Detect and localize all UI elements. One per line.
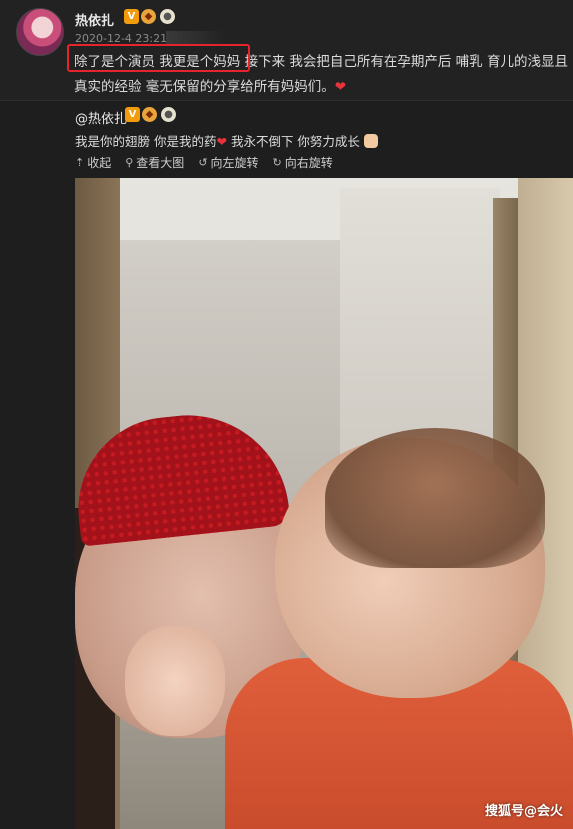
rotate-right-button[interactable]: ↻ 向右旋转 <box>273 154 333 171</box>
photo-baby-hair <box>325 428 545 568</box>
rotate-right-icon: ↻ <box>272 156 282 169</box>
collapse-icon: ⇡ <box>75 156 85 169</box>
verified-badge-icon: V <box>125 107 140 122</box>
heart-icon: ❤ <box>334 79 347 95</box>
repost-text-part2: 我永不倒下 你努力成长 <box>226 134 360 149</box>
member-badge-icon: ◆ <box>141 9 156 24</box>
view-large-button[interactable]: ⚲ 查看大图 <box>125 154 184 171</box>
photo-baby-hand <box>125 626 225 736</box>
post-photo[interactable]: 搜狐号@会火 <box>75 178 573 829</box>
view-large-label: 查看大图 <box>136 156 185 170</box>
timestamp-blur <box>166 31 226 45</box>
username[interactable]: 热依扎 <box>75 10 114 29</box>
avatar[interactable] <box>16 8 64 56</box>
heart-icon: ❤ <box>216 134 227 149</box>
collapse-label: 收起 <box>87 156 112 170</box>
rotate-left-button[interactable]: ↺ 向左旋转 <box>198 154 258 171</box>
verified-badge-icon: V <box>124 9 139 24</box>
repost-text: 我是你的翅膀 你是我的药❤ 我永不倒下 你努力成长 <box>75 131 378 150</box>
rotate-left-label: 向左旋转 <box>210 156 259 170</box>
image-toolbar: ⇡ 收起 ⚲ 查看大图 ↺ 向左旋转 ↻ 向右旋转 <box>75 154 333 171</box>
collapse-button[interactable]: ⇡ 收起 <box>75 154 111 171</box>
fist-icon <box>363 134 378 148</box>
divider <box>0 100 573 101</box>
rotate-right-label: 向右旋转 <box>284 156 333 170</box>
watermark: 搜狐号@会火 <box>484 804 563 819</box>
weibo-post: 热依扎 V ◆ ● 2020-12-4 23:21 除了是个演员 我更是个妈妈 … <box>0 0 573 100</box>
red-highlight-box <box>67 44 250 72</box>
member-badge-icon: ◆ <box>142 107 157 122</box>
magnifier-icon: ⚲ <box>125 156 134 169</box>
rotate-left-icon: ↺ <box>198 156 208 169</box>
repost-username[interactable]: @热依扎 <box>75 108 127 127</box>
repost-text-part1: 我是你的翅膀 你是我的药 <box>75 134 217 149</box>
ox-badge-icon: ● <box>161 107 176 122</box>
ox-badge-icon: ● <box>160 9 175 24</box>
